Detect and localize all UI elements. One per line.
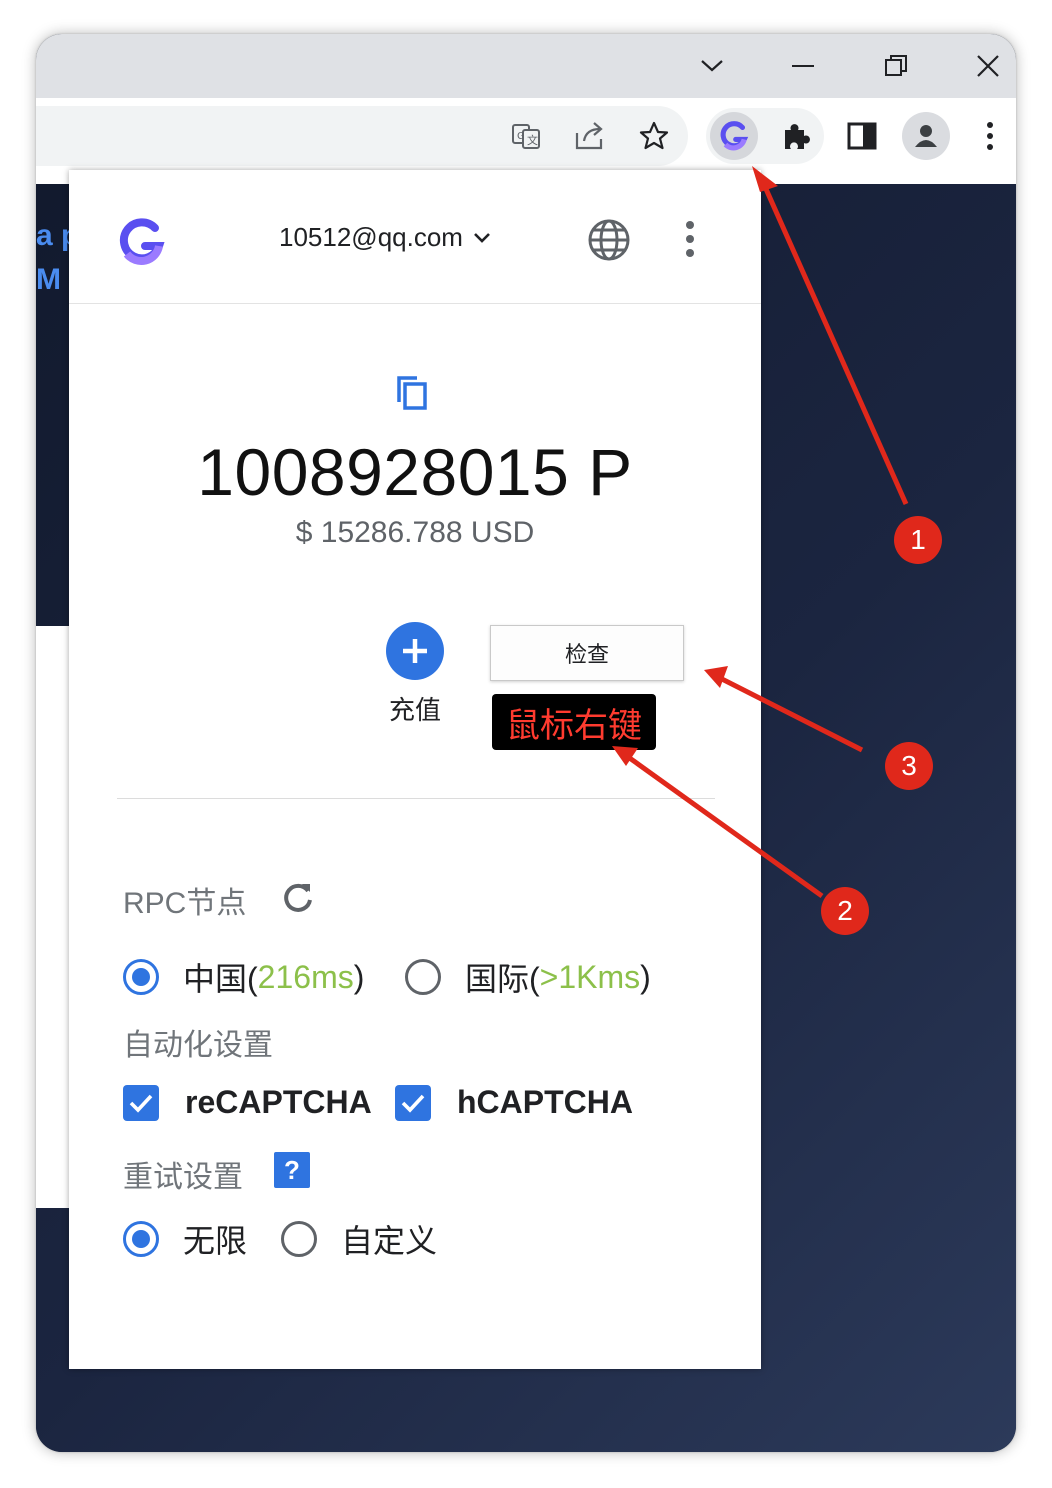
rpc-option-close: ) bbox=[640, 958, 651, 995]
help-button[interactable]: ? bbox=[274, 1152, 310, 1188]
recaptcha-label: reCAPTCHA bbox=[185, 1084, 372, 1120]
balance-usd: $ 15286.788 USD bbox=[295, 516, 535, 549]
right-click-annotation: 鼠标右键 bbox=[492, 694, 656, 750]
retry-option-label: 自定义 bbox=[341, 1223, 438, 1259]
checkmark-icon bbox=[129, 1094, 153, 1113]
hcaptcha-label: hCAPTCHA bbox=[457, 1084, 633, 1120]
browser-menu-icon[interactable] bbox=[966, 112, 1014, 160]
radio-unselected[interactable] bbox=[281, 1221, 317, 1257]
tab-search-chevron-icon[interactable] bbox=[688, 42, 736, 90]
svg-text:文: 文 bbox=[527, 133, 538, 147]
popup-header: 10512@qq.com bbox=[69, 170, 761, 304]
copy-icon[interactable] bbox=[395, 374, 431, 414]
plus-icon bbox=[403, 639, 427, 663]
background-page-panel bbox=[36, 626, 72, 1208]
rpc-option-label: 国际( bbox=[465, 961, 540, 997]
close-icon[interactable] bbox=[964, 42, 1012, 90]
hcaptcha-option[interactable]: hCAPTCHA bbox=[395, 1084, 633, 1121]
profile-avatar-icon[interactable] bbox=[902, 112, 950, 160]
rpc-latency: 216ms bbox=[257, 958, 354, 995]
checkbox-checked[interactable] bbox=[123, 1084, 159, 1121]
radio-unselected[interactable] bbox=[405, 959, 441, 995]
chevron-down-icon bbox=[474, 232, 490, 243]
svg-text:G: G bbox=[517, 131, 525, 142]
recaptcha-option[interactable]: reCAPTCHA bbox=[123, 1084, 372, 1121]
more-options-icon[interactable] bbox=[681, 220, 699, 260]
step-badge-3: 3 bbox=[885, 742, 933, 790]
radio-selected[interactable] bbox=[123, 959, 159, 995]
rpc-node-label: RPC节点 bbox=[123, 887, 247, 920]
app-logo-icon bbox=[115, 214, 171, 270]
extension-popup: 10512@qq.com 1008928015 P $ 15286.788 US… bbox=[69, 170, 761, 1369]
automation-settings-label: 自动化设置 bbox=[123, 1029, 273, 1062]
minimize-icon[interactable] bbox=[780, 42, 828, 90]
rpc-option-china[interactable]: 中国(216ms) bbox=[123, 954, 364, 1000]
rpc-option-label: 中国( bbox=[183, 961, 258, 997]
step-badge-2: 2 bbox=[821, 887, 869, 935]
title-bar bbox=[36, 34, 1016, 98]
step-badge-1: 1 bbox=[894, 516, 942, 564]
retry-option-label: 无限 bbox=[183, 1223, 248, 1259]
bookmark-star-icon[interactable] bbox=[630, 112, 678, 160]
refresh-icon[interactable] bbox=[281, 880, 317, 916]
balance-amount: 1008928015 P bbox=[197, 435, 633, 509]
retry-settings-label: 重试设置 bbox=[123, 1161, 243, 1194]
checkmark-icon bbox=[401, 1094, 425, 1113]
extensions-puzzle-icon[interactable] bbox=[772, 112, 820, 160]
account-email: 10512@qq.com bbox=[279, 222, 463, 252]
rpc-option-close: ) bbox=[353, 958, 365, 995]
retry-option-unlimited[interactable]: 无限 bbox=[123, 1216, 247, 1262]
rpc-latency: >1Kms bbox=[539, 958, 641, 995]
side-panel-icon[interactable] bbox=[838, 112, 886, 160]
retry-option-custom[interactable]: 自定义 bbox=[281, 1216, 437, 1262]
restore-icon[interactable] bbox=[872, 42, 920, 90]
address-bar[interactable]: G文 bbox=[36, 106, 688, 166]
recharge-button[interactable] bbox=[386, 622, 444, 680]
account-selector[interactable]: 10512@qq.com bbox=[279, 222, 491, 253]
recharge-label: 充值 bbox=[388, 695, 441, 725]
divider bbox=[117, 798, 715, 799]
context-menu-inspect[interactable]: 检查 bbox=[490, 625, 684, 681]
radio-selected[interactable] bbox=[123, 1221, 159, 1257]
extension-logo-icon[interactable] bbox=[710, 112, 758, 160]
checkbox-checked[interactable] bbox=[395, 1084, 431, 1121]
share-icon[interactable] bbox=[566, 112, 614, 160]
language-globe-icon[interactable] bbox=[587, 218, 633, 264]
rpc-option-international[interactable]: 国际(>1Kms) bbox=[405, 954, 651, 1000]
translate-icon[interactable]: G文 bbox=[502, 112, 550, 160]
